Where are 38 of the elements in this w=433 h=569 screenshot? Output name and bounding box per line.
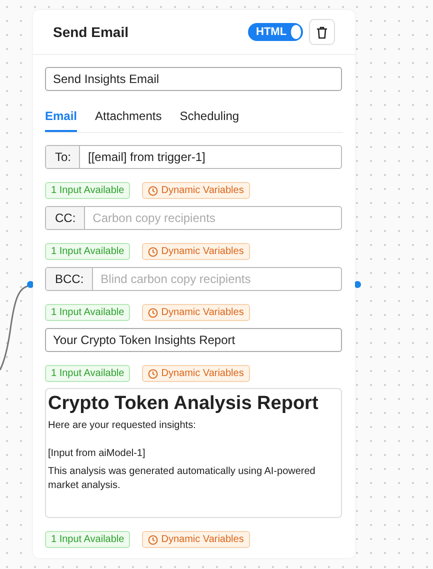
trash-icon	[316, 26, 328, 38]
field-label: CC:	[46, 207, 85, 229]
subject-field[interactable]: Your Crypto Token Insights Report	[45, 328, 342, 352]
inputs-badge[interactable]: 1 Input Available	[45, 365, 130, 382]
delete-button[interactable]	[309, 19, 335, 45]
node-name-field[interactable]: Send Insights Email	[45, 67, 342, 91]
tab[interactable]: Email	[45, 101, 78, 132]
field-value: [[email] from trigger-1]	[87, 149, 206, 166]
body-heading: Crypto Token Analysis Report	[48, 393, 320, 415]
variables-badge[interactable]: Dynamic Variables	[142, 182, 250, 199]
variables-badge[interactable]: Dynamic Variables	[142, 365, 250, 382]
variables-badge[interactable]: Dynamic Variables	[142, 531, 250, 548]
field-label: BCC:	[46, 268, 93, 290]
tab[interactable]: Attachments	[95, 101, 162, 132]
clock-icon	[148, 246, 158, 256]
clock-icon	[148, 186, 158, 196]
clock-icon	[148, 368, 158, 378]
inputs-badge[interactable]: 1 Input Available	[45, 243, 130, 260]
inputs-badge[interactable]: 1 Input Available	[45, 304, 130, 321]
body-paragraph: This analysis was generated automatically using AI-powered market analysis.	[48, 465, 316, 493]
inputs-badge[interactable]: 1 Input Available	[45, 182, 130, 199]
body-editor[interactable]: Crypto Token Analysis Report Here are your requested insights: [Input from aiModel-1] This analysis was generated automatically using AI-powered market analysis.	[45, 388, 342, 518]
recipient-field[interactable]: CC: Carbon copy recipients	[45, 206, 342, 230]
variables-badge[interactable]: Dynamic Variables	[142, 243, 250, 260]
node-title: Send Email	[53, 24, 130, 40]
html-toggle[interactable]: HTML	[248, 23, 303, 41]
body-paragraph: Here are your requested insights:	[48, 419, 197, 433]
tab[interactable]: Scheduling	[180, 101, 240, 132]
field-placeholder: Blind carbon copy recipients	[100, 271, 252, 288]
body-paragraph: [Input from aiModel-1]	[48, 447, 146, 461]
field-placeholder: Carbon copy recipients	[92, 210, 216, 227]
clock-icon	[148, 534, 158, 544]
variables-badge[interactable]: Dynamic Variables	[142, 304, 250, 321]
field-label: To:	[46, 146, 80, 168]
recipient-field[interactable]: To: [[email] from trigger-1]	[45, 145, 342, 169]
clock-icon	[148, 308, 158, 318]
recipient-field[interactable]: BCC: Blind carbon copy recipients	[45, 267, 342, 291]
inputs-badge[interactable]: 1 Input Available	[45, 531, 130, 548]
